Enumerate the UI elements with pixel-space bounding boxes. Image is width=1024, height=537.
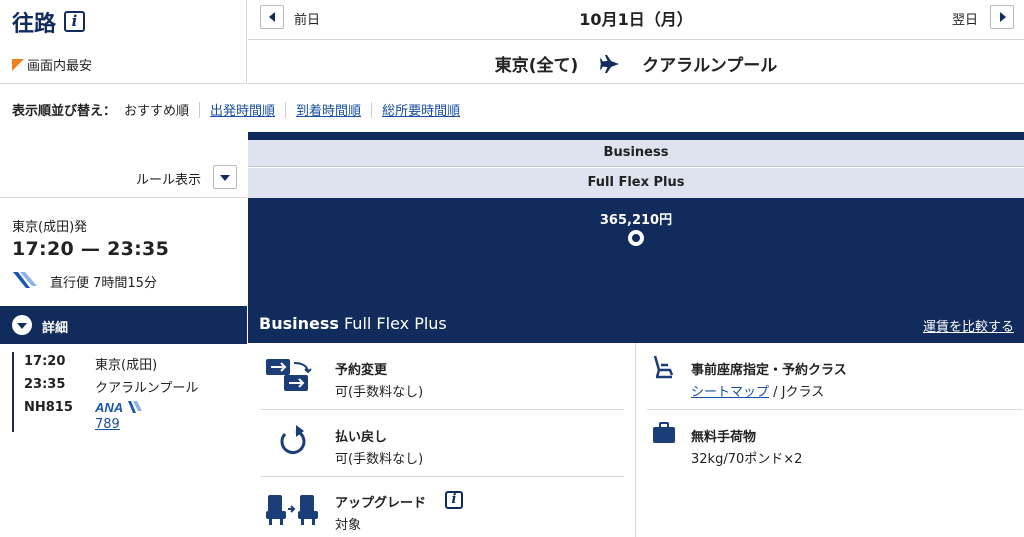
segment-dep-time: 17:20 bbox=[24, 354, 66, 369]
sort-total-duration-link[interactable]: 総所要時間順 bbox=[382, 100, 460, 119]
ana-logo-icon: ANA bbox=[94, 400, 143, 418]
refund-value: 可(手数料なし) bbox=[335, 452, 424, 467]
nonstop-duration: 直行便 7時間15分 bbox=[50, 276, 157, 291]
rule-toggle-button[interactable] bbox=[213, 165, 237, 189]
seat-icon bbox=[652, 355, 674, 383]
upgrade-seat-icon bbox=[266, 491, 318, 531]
fare-type-header: Full Flex Plus bbox=[248, 168, 1024, 198]
seat-value-row: シートマップ / Jクラス bbox=[691, 381, 824, 400]
chevron-down-icon bbox=[12, 315, 32, 335]
change-value: 可(手数料なし) bbox=[335, 385, 424, 400]
route-bar: 東京(全て) クアラルンプール bbox=[248, 41, 1024, 84]
sort-label: 表示順並び替え： bbox=[12, 104, 117, 119]
route-destination: クアラルンプール bbox=[642, 56, 778, 76]
baggage-title: 無料手荷物 bbox=[691, 430, 757, 445]
detail-label: 詳細 bbox=[42, 321, 69, 336]
info-icon[interactable]: i bbox=[64, 11, 85, 32]
fare-price-cell[interactable]: 365,210円 Business Full Flex Plus 運賃を比較する bbox=[248, 198, 1024, 343]
divider bbox=[371, 102, 373, 118]
segment-dep-place: 東京(成田) bbox=[95, 358, 158, 373]
seat-title: 事前座席指定・予約クラス bbox=[691, 363, 847, 378]
detail-toggle[interactable]: 詳細 bbox=[0, 306, 247, 344]
baggage-value: 32kg/70ポンド×2 bbox=[691, 452, 803, 467]
compare-fares-link[interactable]: 運賃を比較する bbox=[923, 316, 1014, 335]
booking-class: / Jクラス bbox=[769, 385, 825, 400]
change-reservation-icon bbox=[266, 357, 316, 397]
refund-icon bbox=[276, 423, 308, 461]
route: 東京(全て) クアラルンプール bbox=[248, 51, 1024, 78]
fare-header-strip bbox=[248, 132, 1024, 140]
divider bbox=[199, 102, 201, 118]
route-origin: 東京(全て) bbox=[494, 56, 579, 76]
segment-arr-time: 23:35 bbox=[24, 377, 66, 392]
cabin-class-header: Business bbox=[248, 140, 1024, 167]
next-day-button[interactable] bbox=[990, 5, 1014, 29]
segment-arr-place: クアラルンプール bbox=[95, 381, 199, 396]
fare-conditions: 予約変更 可(手数料なし) 払い戻し 可(手数料なし) アップグレード i 対象 bbox=[248, 343, 1024, 537]
sort-arrival-time-link[interactable]: 到着時間順 bbox=[296, 100, 361, 119]
sort-departure-time-link[interactable]: 出発時間順 bbox=[210, 100, 275, 119]
cheapest-legend: 画面内最安 bbox=[12, 55, 92, 74]
segment-line bbox=[12, 352, 14, 432]
rule-display-label[interactable]: ルール表示 bbox=[136, 169, 201, 188]
ana-tail-logo-icon bbox=[12, 270, 38, 294]
next-day-label[interactable]: 翌日 bbox=[952, 9, 978, 28]
current-date: 10月1日（月） bbox=[579, 10, 693, 29]
flight-time-range: 17:20 — 23:35 bbox=[12, 238, 170, 260]
upgrade-value: 対象 bbox=[335, 518, 362, 533]
upgrade-info-icon[interactable]: i bbox=[445, 491, 463, 509]
divider bbox=[285, 102, 287, 118]
departure-airport: 東京(成田)発 bbox=[12, 220, 88, 235]
divider bbox=[260, 409, 624, 410]
date-bar: 前日 10月1日（月） 翌日 bbox=[248, 0, 1024, 40]
airplane-icon bbox=[600, 55, 620, 78]
selected-fare-cabin: Business bbox=[259, 314, 339, 333]
sort-recommended: おすすめ順 bbox=[124, 104, 190, 119]
cheapest-mark-icon bbox=[12, 59, 24, 71]
selected-fare-title: Business Full Flex Plus bbox=[259, 314, 447, 333]
baggage-icon bbox=[652, 421, 676, 449]
fare-price: 365,210円 bbox=[599, 213, 673, 228]
column-divider bbox=[635, 343, 636, 537]
refund-title: 払い戻し bbox=[335, 430, 388, 445]
fare-select-radio[interactable] bbox=[628, 230, 644, 246]
rule-row: ルール表示 bbox=[0, 160, 247, 198]
upgrade-title: アップグレード bbox=[335, 496, 427, 511]
change-title: 予約変更 bbox=[335, 363, 388, 378]
divider bbox=[260, 476, 624, 477]
selected-fare-type: Full Flex Plus bbox=[338, 314, 447, 333]
page-title: 往路 bbox=[12, 12, 57, 37]
divider bbox=[647, 409, 1023, 410]
flight-number: NH815 bbox=[24, 400, 73, 415]
sort-bar: 表示順並び替え： おすすめ順 出発時間順 到着時間順 総所要時間順 bbox=[12, 100, 460, 119]
aircraft-link[interactable]: 789 bbox=[95, 417, 120, 432]
cheapest-label: 画面内最安 bbox=[27, 59, 93, 74]
ana-logo-text: ANA bbox=[95, 400, 123, 414]
seat-map-link[interactable]: シートマップ bbox=[691, 385, 769, 400]
